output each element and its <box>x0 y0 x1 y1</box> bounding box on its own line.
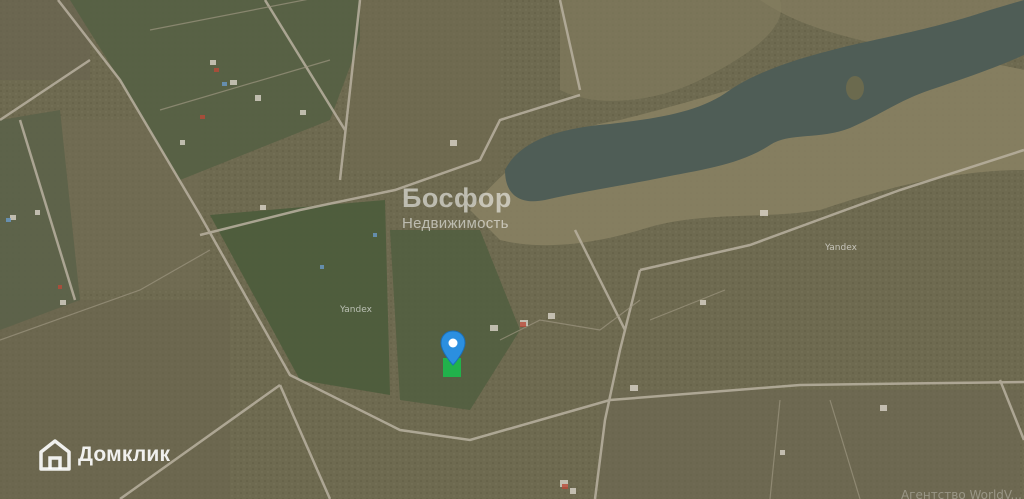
domklik-brand: Домклик <box>38 437 170 473</box>
location-pin-icon[interactable] <box>440 330 466 380</box>
domklik-name: Домклик <box>78 443 171 466</box>
map-attribution: Агентство WorldV... <box>900 488 1022 499</box>
watermark-subtitle: Недвижимость <box>402 215 509 232</box>
map-imagery <box>0 0 1024 499</box>
agency-watermark: Босфор Недвижимость <box>402 183 512 233</box>
watermark-title: Босфор <box>402 183 512 213</box>
domklik-house-logo-icon <box>39 439 71 471</box>
yandex-label: Yandex <box>340 305 372 315</box>
satellite-map[interactable]: Босфор Недвижимость Yandex Yandex Домкли… <box>0 0 1024 499</box>
yandex-label: Yandex <box>825 243 857 253</box>
